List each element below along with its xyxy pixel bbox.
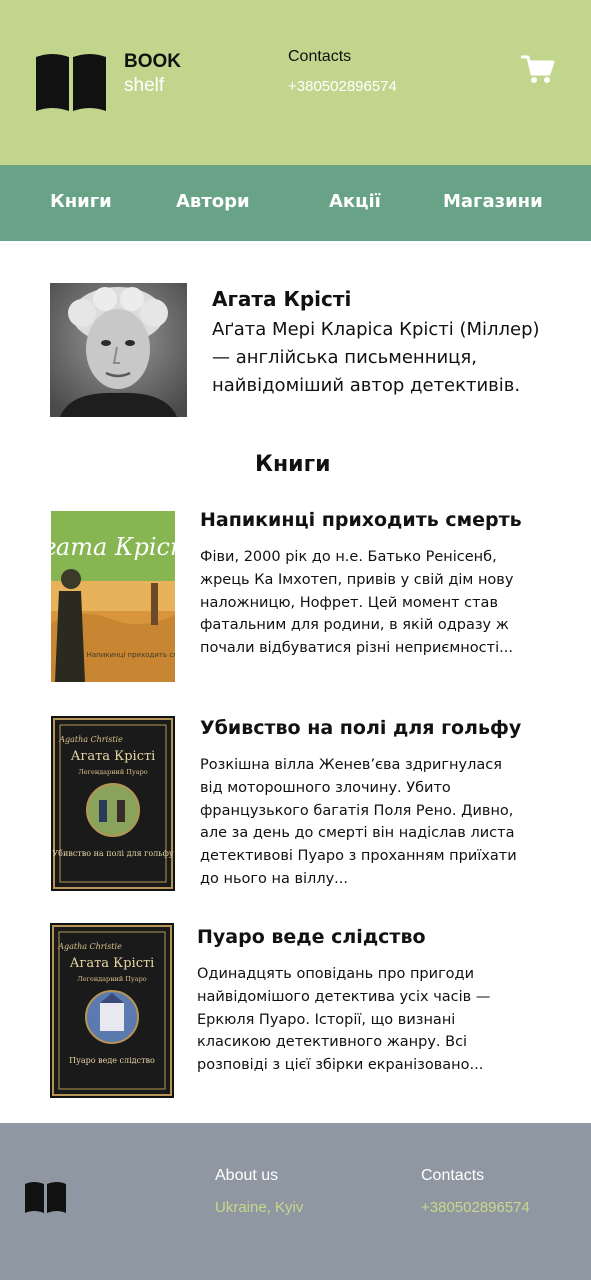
book-title-1[interactable]: Напикинці приходить смерть: [200, 509, 522, 531]
author-photo: [50, 283, 187, 417]
cover-1-author: Агата Крісті: [51, 533, 175, 561]
author-name: Агата Крісті: [212, 287, 352, 311]
nav-item-stores[interactable]: Магазини: [443, 191, 543, 212]
cover-3-title: Пуаро веде слідство: [69, 1056, 155, 1065]
book-cover-2[interactable]: Agatha Christie Агата Крісті Легендарний…: [51, 716, 175, 891]
logo-text-shelf: shelf: [124, 75, 165, 96]
nav-item-promotions[interactable]: Акції: [329, 191, 381, 212]
books-section-heading: Книги: [255, 452, 331, 477]
logo-text-book: BOOK: [124, 51, 181, 72]
book-desc-2: Розкішна вілла Женев’єва здригнулася від…: [200, 757, 517, 887]
header-contacts-label: Contacts: [288, 48, 352, 65]
cover-3-series: Легендарний Пуаро: [77, 975, 146, 983]
cover-2-title: Убивство на полі для гольфу: [52, 849, 173, 858]
main-nav: Книги Автори Акції Магазини: [0, 165, 591, 241]
book-cover-1[interactable]: Агата Крісті Напикинці приходить смерть: [51, 511, 175, 682]
site-header: BOOK shelf Contacts +380502896574: [0, 0, 591, 165]
book-title-3[interactable]: Пуаро веде слідство: [197, 926, 426, 948]
nav-item-authors[interactable]: Автори: [176, 191, 250, 212]
book-cover-3[interactable]: Agatha Christie Агата Крісті Легендарний…: [50, 923, 174, 1098]
cover-1-title: Напикинці приходить смерть: [87, 651, 175, 659]
footer-city: Ukraine, Kyiv: [215, 1199, 304, 1216]
book-title-2[interactable]: Убивство на полі для гольфу: [200, 717, 521, 739]
cover-2-signature: Agatha Christie: [58, 735, 123, 744]
header-phone-link[interactable]: +380502896574: [288, 78, 397, 95]
open-book-footer-icon[interactable]: [24, 1180, 67, 1214]
cover-3-signature: Agatha Christie: [57, 942, 122, 951]
cover-2-author: Агата Крісті: [71, 749, 156, 764]
author-bio: Аґата Мері Кларіса Крісті (Міллер) — анг…: [212, 319, 540, 396]
footer-about-link[interactable]: About us: [215, 1167, 278, 1185]
book-desc-1: Фіви, 2000 рік до н.е. Батько Ренісенб, …: [200, 549, 514, 657]
nav-item-books[interactable]: Книги: [50, 191, 112, 212]
site-footer: About us Ukraine, Kyiv Contacts +3805028…: [0, 1123, 591, 1280]
cover-3-author: Агата Крісті: [70, 956, 155, 971]
footer-phone-link[interactable]: +380502896574: [421, 1199, 530, 1216]
cart-icon[interactable]: [521, 54, 555, 84]
book-desc-3: Одинадцять оповідань про пригоди найвідо…: [197, 966, 491, 1074]
cover-2-series: Легендарний Пуаро: [78, 768, 147, 776]
open-book-logo-icon[interactable]: [34, 51, 108, 113]
footer-contacts-link[interactable]: Contacts: [421, 1167, 484, 1185]
